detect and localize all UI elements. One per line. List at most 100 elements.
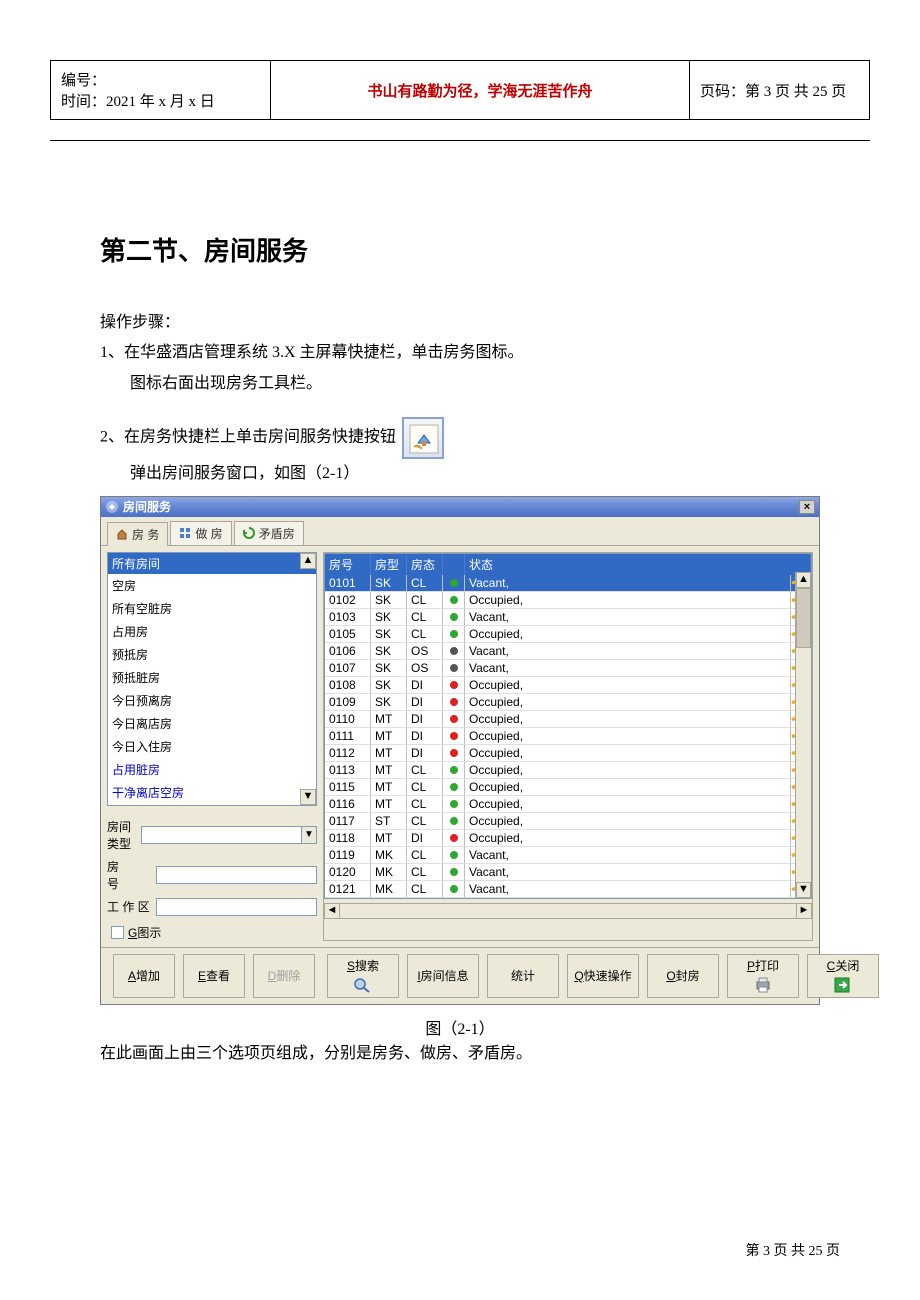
print-button[interactable]: P打印 (727, 954, 799, 998)
cell-dot (443, 762, 465, 779)
cell-dot (443, 830, 465, 847)
tab-housekeeping[interactable]: 房 务 (107, 522, 168, 546)
combo-dropdown-button[interactable]: ▼ (301, 826, 317, 844)
cell-status: Occupied, (465, 592, 791, 609)
list-item[interactable]: 今日预离房 (108, 689, 316, 712)
filter-listbox[interactable]: ▲ 所有房间 空房所有空脏房占用房预抵房预抵脏房今日预离房今日离店房今日入住房占… (107, 552, 317, 806)
cell-room-code: DI (407, 711, 443, 728)
room-grid[interactable]: 房号 房型 房态 状态 0101SKCLVacant,🔑0102SKCLOccu… (324, 553, 812, 899)
vertical-scrollbar[interactable]: ▲ ▼ (795, 572, 811, 898)
cell-room-no: 0112 (325, 745, 371, 762)
list-item[interactable]: 预抵脏房 (108, 666, 316, 689)
view-button[interactable]: E查看 (183, 954, 245, 998)
col-status: 状态 (465, 554, 811, 575)
table-row[interactable]: 0101SKCLVacant,🔑 (325, 575, 811, 592)
cell-room-no: 0106 (325, 643, 371, 660)
status-dot-icon (450, 698, 458, 706)
table-row[interactable]: 0120MKCLVacant,🔑 (325, 864, 811, 881)
search-button[interactable]: S搜索 (327, 954, 399, 998)
table-row[interactable]: 0116MTCLOccupied,🔑 (325, 796, 811, 813)
checkbox-icon[interactable] (111, 926, 124, 939)
col-room-state: 房态 (407, 554, 443, 575)
status-dot-icon (450, 732, 458, 740)
table-row[interactable]: 0119MKCLVacant,🔑 (325, 847, 811, 864)
delete-button[interactable]: D删除 (253, 954, 315, 998)
table-row[interactable]: 0107SKOSVacant,🔑 (325, 660, 811, 677)
table-row[interactable]: 0121MKCLVacant,🔑 (325, 881, 811, 898)
cell-room-code: CL (407, 779, 443, 796)
list-item[interactable]: 所有空脏房 (108, 597, 316, 620)
cell-dot (443, 796, 465, 813)
list-item[interactable]: 占用脏房 (108, 758, 316, 781)
motto: 书山有路勤为径，学海无涯苦作舟 (271, 61, 690, 120)
cell-dot (443, 864, 465, 881)
list-item[interactable]: 暂封房 (108, 804, 316, 806)
status-dot-icon (450, 596, 458, 604)
scroll-left-button[interactable]: ◄ (324, 903, 340, 919)
table-row[interactable]: 0109SKDIOccupied,🔑 (325, 694, 811, 711)
list-item[interactable]: 干净离店空房 (108, 781, 316, 804)
col-room-type: 房型 (371, 554, 407, 575)
scroll-thumb[interactable] (796, 588, 811, 648)
scroll-track[interactable] (340, 903, 796, 919)
table-row[interactable]: 0111MTDIOccupied,🔑 (325, 728, 811, 745)
scroll-up-button[interactable]: ▲ (796, 572, 811, 588)
list-item[interactable]: 占用房 (108, 620, 316, 643)
stats-button[interactable]: 统计 (487, 954, 559, 998)
room-type-input[interactable] (141, 826, 301, 844)
thumbnail-checkbox[interactable]: G图示 (111, 924, 317, 941)
table-row[interactable]: 0108SKDIOccupied,🔑 (325, 677, 811, 694)
cell-room-no: 0102 (325, 592, 371, 609)
list-item[interactable]: 空房 (108, 574, 316, 597)
status-dot-icon (450, 800, 458, 808)
list-item[interactable]: 今日离店房 (108, 712, 316, 735)
cell-room-no: 0107 (325, 660, 371, 677)
room-type-combo[interactable]: ▼ (141, 826, 317, 844)
table-row[interactable]: 0103SKCLVacant,🔑 (325, 609, 811, 626)
cell-room-type: MT (371, 711, 407, 728)
cell-room-code: CL (407, 609, 443, 626)
cell-dot (443, 677, 465, 694)
cell-status: Vacant, (465, 847, 791, 864)
tab-makeroom[interactable]: 做 房 (170, 521, 231, 545)
table-row[interactable]: 0102SKCLOccupied,🔑 (325, 592, 811, 609)
window-close-button[interactable]: × (799, 500, 815, 514)
filter-header[interactable]: 所有房间 (108, 553, 316, 574)
cell-status: Vacant, (465, 864, 791, 881)
seal-room-button[interactable]: O封房 (647, 954, 719, 998)
title-bar: 房间服务 × (101, 497, 819, 517)
list-item[interactable]: 预抵房 (108, 643, 316, 666)
cell-dot (443, 728, 465, 745)
step-2-text: 2、在房务快捷栏上单击房间服务快捷按钮 (100, 429, 396, 446)
scroll-right-button[interactable]: ► (796, 903, 812, 919)
list-item[interactable]: 今日入住房 (108, 735, 316, 758)
cell-dot (443, 745, 465, 762)
quick-op-button[interactable]: Q快速操作 (567, 954, 639, 998)
scroll-down-button[interactable]: ▼ (300, 789, 316, 805)
add-button[interactable]: A增加 (113, 954, 175, 998)
cell-room-no: 0121 (325, 881, 371, 898)
room-no-input[interactable] (156, 866, 317, 884)
table-row[interactable]: 0115MTCLOccupied,🔑 (325, 779, 811, 796)
cell-dot (443, 694, 465, 711)
tab-discrepancy[interactable]: 矛盾房 (234, 521, 304, 545)
steps-label: 操作步骤： (100, 308, 820, 338)
close-button[interactable]: C关闭 (807, 954, 879, 998)
scroll-up-button[interactable]: ▲ (300, 553, 316, 569)
work-area-input[interactable] (156, 898, 317, 916)
table-row[interactable]: 0113MTCLOccupied,🔑 (325, 762, 811, 779)
status-dot-icon (450, 613, 458, 621)
room-info-button[interactable]: I房间信息 (407, 954, 479, 998)
step-1b: 图标右面出现房务工具栏。 (130, 369, 820, 399)
table-row[interactable]: 0118MTDIOccupied,🔑 (325, 830, 811, 847)
cell-room-no: 0115 (325, 779, 371, 796)
scroll-down-button[interactable]: ▼ (796, 882, 811, 898)
table-row[interactable]: 0105SKCLOccupied,🔑 (325, 626, 811, 643)
table-row[interactable]: 0110MTDIOccupied,🔑 (325, 711, 811, 728)
table-row[interactable]: 0112MTDIOccupied,🔑 (325, 745, 811, 762)
horizontal-scrollbar[interactable]: ◄ ► (324, 903, 812, 919)
room-service-window: 房间服务 × 房 务 做 房 矛盾房 (100, 496, 820, 1005)
cell-dot (443, 847, 465, 864)
table-row[interactable]: 0106SKOSVacant,🔑 (325, 643, 811, 660)
table-row[interactable]: 0117STCLOccupied,🔑 (325, 813, 811, 830)
